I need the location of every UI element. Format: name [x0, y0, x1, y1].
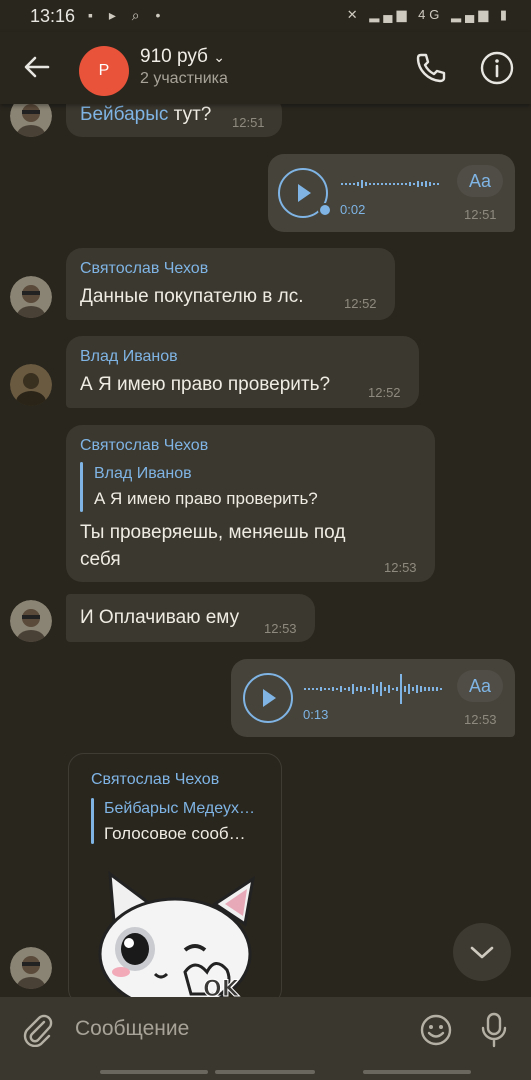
reply-quote[interactable]: Влад Иванов А Я имею право проверить? — [80, 462, 420, 514]
reply-author: Влад Иванов — [94, 465, 192, 482]
message-time: 12:52 — [344, 296, 377, 311]
info-icon[interactable] — [478, 49, 516, 87]
status-system-icons: ✕ ▂▄▆ 4G ▂▄▆ ▮ — [346, 7, 511, 22]
reply-text: Голосовое сооб… — [104, 824, 246, 843]
waveform[interactable] — [340, 174, 444, 194]
message-time: 12:51 — [232, 115, 265, 130]
nav-bar — [215, 1070, 315, 1074]
message-text: А Я имею право проверить? — [80, 374, 331, 395]
message-bubble[interactable]: Святослав Чехов Данные покупателю в лс. … — [66, 248, 395, 320]
reply-author: Бейбарыс Медеух… — [104, 800, 255, 817]
reply-bar — [91, 798, 94, 844]
avatar[interactable] — [10, 364, 52, 406]
chat-title-text: 910 руб — [140, 46, 208, 67]
message-text-line2: себя — [80, 549, 121, 570]
transcribe-button[interactable]: Aa — [457, 165, 503, 197]
chevron-down-icon: ⌄ — [213, 49, 225, 65]
sender-name[interactable]: Святослав Чехов — [80, 260, 208, 278]
message-time: 12:51 — [464, 207, 497, 222]
voice-message-bubble[interactable]: 0:02 Aa 12:51 — [268, 154, 515, 232]
scroll-down-button[interactable] — [453, 923, 511, 981]
message-text: Данные покупателю в лс. — [80, 286, 304, 307]
message-bubble[interactable]: Влад Иванов А Я имею право проверить? 12… — [66, 336, 419, 408]
message-time: 12:52 — [368, 385, 401, 400]
message-bubble[interactable]: Святослав Чехов Влад Иванов А Я имею пра… — [66, 425, 435, 582]
chat-participants: 2 участника — [140, 70, 228, 87]
back-arrow-icon[interactable] — [20, 50, 54, 84]
chat-title[interactable]: 910 руб ⌄ — [140, 46, 225, 68]
sender-name[interactable]: Святослав Чехов — [80, 437, 208, 455]
voice-message-bubble[interactable]: 0:13 Aa 12:53 — [231, 659, 515, 737]
message-time: 12:53 — [384, 560, 417, 575]
voice-duration: 0:13 — [303, 707, 329, 722]
sender-name[interactable]: Влад Иванов — [80, 348, 178, 366]
message-input-bar: Сообщение — [0, 997, 531, 1080]
avatar[interactable] — [10, 276, 52, 318]
sticker-caption: OK — [203, 977, 240, 999]
message-time: 12:53 — [264, 621, 297, 636]
nav-bar — [100, 1070, 208, 1074]
sender-name[interactable]: Святослав Чехов — [91, 771, 219, 789]
chevron-down-icon — [470, 946, 494, 959]
reply-bar — [80, 462, 83, 512]
message-bubble[interactable]: И Оплачиваю ему 12:53 — [66, 594, 315, 642]
avatar[interactable] — [10, 947, 52, 989]
mention-link[interactable]: Бейбарыс — [80, 104, 168, 125]
message-text-line1: Ты проверяешь, меняешь под — [80, 522, 346, 543]
message-text: Бейбарыс тут? — [80, 101, 211, 128]
reply-text: А Я имею право проверить? — [94, 489, 318, 508]
transcribe-button[interactable]: Aa — [457, 670, 503, 702]
voice-duration: 0:02 — [340, 202, 366, 217]
attach-icon[interactable] — [20, 1013, 54, 1048]
message-text-rest: тут? — [168, 104, 212, 125]
chat-avatar[interactable]: Р — [79, 46, 129, 96]
avatar[interactable] — [10, 600, 52, 642]
chat-header: Р 910 руб ⌄ 2 участника — [0, 32, 531, 104]
nav-bar — [363, 1070, 471, 1074]
reply-quote[interactable]: Бейбарыс Медеух… Голосовое сооб… — [91, 798, 271, 846]
play-button[interactable] — [243, 673, 293, 723]
status-notification-icons: ▪ ▸ ⌕ • — [88, 7, 167, 23]
waveform[interactable] — [303, 672, 447, 706]
emoji-icon[interactable] — [418, 1012, 454, 1048]
status-bar: 13:16 ▪ ▸ ⌕ • ✕ ▂▄▆ 4G ▂▄▆ ▮ — [0, 0, 531, 32]
unplayed-dot — [318, 203, 332, 217]
play-icon — [263, 689, 276, 707]
phone-icon[interactable] — [412, 50, 448, 86]
message-time: 12:53 — [464, 712, 497, 727]
message-text: И Оплачиваю ему — [80, 607, 240, 628]
sticker-message[interactable]: Святослав Чехов Бейбарыс Медеух… Голосов… — [68, 753, 282, 1005]
sticker-cat[interactable]: OK — [95, 854, 255, 999]
status-time: 13:16 — [30, 6, 76, 26]
mic-icon[interactable] — [477, 1011, 511, 1049]
message-input[interactable]: Сообщение — [75, 1017, 189, 1041]
